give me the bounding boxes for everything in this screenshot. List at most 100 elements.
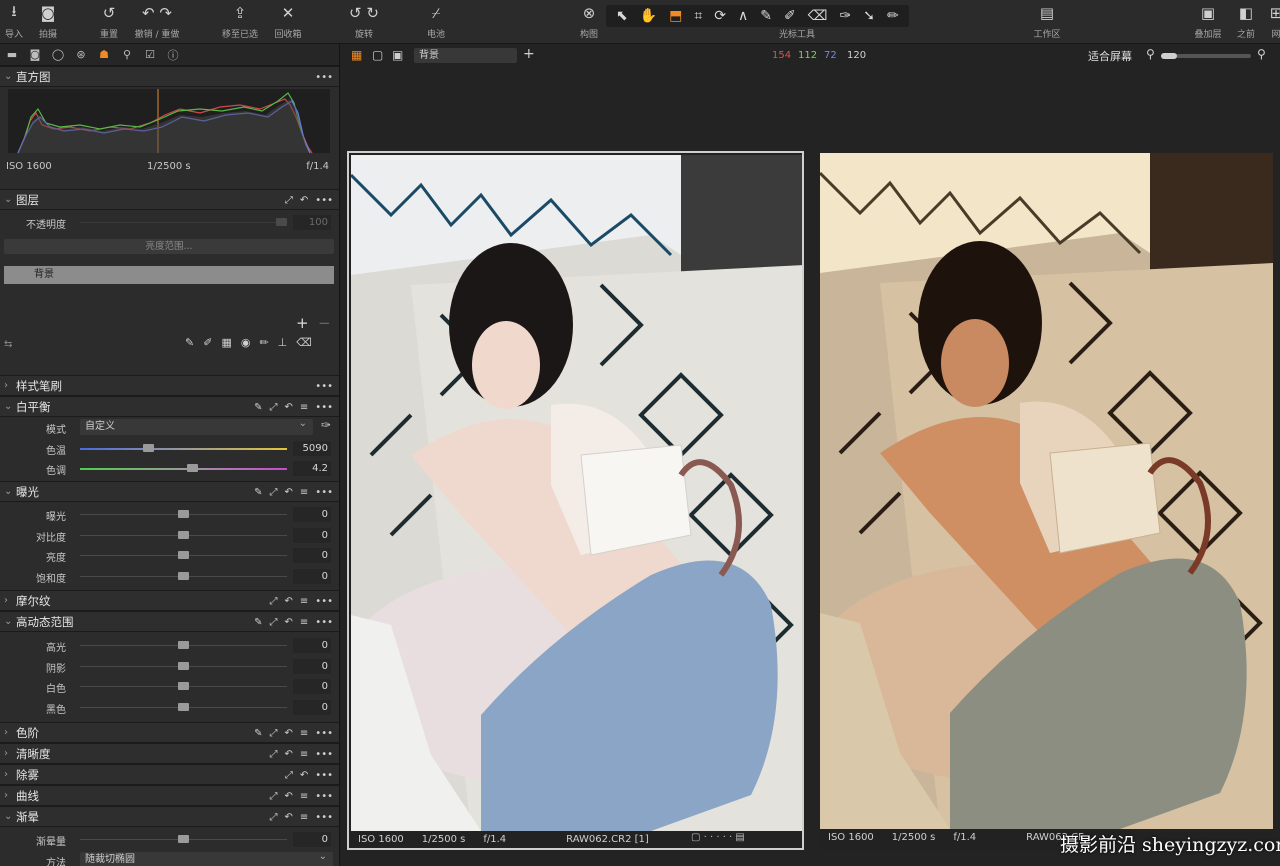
toolbar-battery-button[interactable]: ⌿ 电池 [406, 2, 466, 42]
vignette-method-select[interactable]: 随裁切椭圆 [80, 849, 333, 866]
collapse-icon[interactable]: ⌄ [4, 71, 14, 82]
reset-icon[interactable]: ↶ [285, 402, 293, 413]
reset-icon[interactable]: ↶ [300, 770, 308, 781]
slider-knob[interactable] [178, 682, 189, 690]
slider-value[interactable]: 0 [293, 699, 331, 715]
picker-icon[interactable]: ✎ [254, 402, 262, 413]
exposure-header[interactable]: ⌄ 曝光 ✎ ⤢ ↶ ≡ ••• [0, 481, 339, 502]
reset-icon[interactable]: ↶ [285, 617, 293, 628]
opacity-value[interactable]: 100 [293, 215, 331, 230]
expand-icon[interactable]: ⤢ [270, 812, 278, 823]
cursor-tool-icon[interactable]: ⬒ [669, 8, 682, 24]
slider-value[interactable]: 0 [293, 548, 331, 563]
slider-knob[interactable] [178, 530, 189, 539]
more-icon[interactable]: ••• [315, 376, 333, 397]
cursor-tool-icon[interactable]: ∧ [738, 8, 748, 24]
more-icon[interactable]: ••• [315, 596, 333, 607]
more-icon[interactable]: ••• [315, 195, 333, 206]
tool-tab-icon[interactable]: ⊛ [74, 48, 88, 61]
toolbar-rotate-button[interactable]: ↺ ↻ 旋转 [334, 2, 394, 42]
vignette-header[interactable]: ⌄ 渐晕 ⤢ ↶ ≡ ••• [0, 806, 339, 827]
kelvin-knob[interactable] [143, 443, 155, 452]
filmstrip-view-icon[interactable]: ▣ [392, 48, 403, 62]
slider-knob[interactable] [178, 702, 189, 711]
presets-icon[interactable]: ≡ [300, 487, 308, 498]
cursor-tool-icon[interactable]: ⬉ [616, 8, 628, 24]
wb-picker-icon[interactable]: ✑ [321, 418, 331, 432]
clarity-header[interactable]: › 清晰度 ⤢ ↶ ≡ ••• [0, 743, 339, 764]
tint-slider[interactable] [80, 468, 287, 470]
moire-header[interactable]: › 摩尔纹 ⤢ ↶ ≡ ••• [0, 590, 339, 611]
zoom-in-icon[interactable]: ⚲ [1257, 47, 1266, 61]
expand-section-icon[interactable]: › [4, 748, 14, 759]
erase-mask-icon[interactable]: ✏ [259, 336, 268, 349]
brush-icon[interactable]: ✎ [185, 336, 194, 349]
picker-icon[interactable]: ✎ [254, 728, 262, 739]
expand-section-icon[interactable]: › [4, 380, 14, 391]
layer-select[interactable]: 背景 [414, 48, 517, 63]
toolbar-undo-redo-button[interactable]: ↶ ↷ 撤销 / 重做 [127, 2, 187, 42]
toolbar-trash-button[interactable]: ✕ 回收箱 [258, 2, 318, 42]
kelvin-slider[interactable] [80, 447, 287, 450]
expand-icon[interactable]: ⤢ [270, 749, 278, 760]
curve-header[interactable]: › 曲线 ⤢ ↶ ≡ ••• [0, 785, 339, 806]
picker-icon[interactable]: ✎ [254, 617, 262, 628]
reset-icon[interactable]: ↶ [285, 791, 293, 802]
reset-icon[interactable]: ↶ [285, 812, 293, 823]
white-balance-header[interactable]: ⌄ 白平衡 ✎ ⤢ ↶ ≡ ••• [0, 396, 339, 417]
cursor-tool-icon[interactable]: ✑ [840, 8, 852, 24]
cursor-tool-icon[interactable]: ⟳ [714, 8, 726, 24]
zoom-knob[interactable] [1161, 53, 1177, 59]
tint-value[interactable]: 4.2 [293, 461, 331, 476]
crosshair-icon[interactable]: + [523, 46, 535, 62]
cursor-tool-icon[interactable]: ✏ [887, 8, 899, 24]
slider-value[interactable]: 0 [293, 568, 331, 584]
expand-icon[interactable]: ⤢ [270, 728, 278, 739]
more-icon[interactable]: ••• [315, 617, 333, 628]
more-icon[interactable]: ••• [315, 812, 333, 823]
photo-selected[interactable]: ISO 1600 1/2500 s f/1.4 RAW062.CR2 [1] ▢… [347, 151, 804, 850]
slider-knob[interactable] [178, 510, 189, 518]
slider-value[interactable]: 0 [293, 507, 331, 522]
more-icon[interactable]: ••• [315, 402, 333, 413]
slider-knob[interactable] [178, 551, 189, 559]
magic-brush-icon[interactable]: ✐ [203, 336, 212, 349]
radial-icon[interactable]: ◉ [241, 336, 251, 349]
single-view-icon[interactable]: ▢ [372, 48, 383, 62]
tool-tab-icon[interactable]: ▬ [5, 48, 19, 61]
vignette-amount-knob[interactable] [178, 835, 189, 843]
cursor-tool-icon[interactable]: ⌫ [808, 8, 828, 24]
kelvin-value[interactable]: 5090 [293, 440, 331, 456]
reset-icon[interactable]: ↶ [285, 596, 293, 607]
levels-header[interactable]: › 色阶 ✎ ⤢ ↶ ≡ ••• [0, 722, 339, 743]
presets-icon[interactable]: ≡ [300, 728, 308, 739]
slider-value[interactable]: 0 [293, 638, 331, 653]
grid-view-icon[interactable]: ▦ [351, 48, 362, 62]
tool-tab-icon[interactable]: ◯ [51, 48, 65, 61]
luma-range-button[interactable]: 亮度范围... [4, 239, 334, 254]
collapse-icon[interactable]: ⌄ [4, 194, 14, 205]
collapse-icon[interactable]: ⌄ [4, 811, 14, 822]
eraser-icon[interactable]: ⌫ [296, 336, 312, 349]
presets-icon[interactable]: ≡ [300, 596, 308, 607]
slider-value[interactable]: 0 [293, 527, 331, 543]
gradient-icon[interactable]: ▦ [221, 336, 231, 349]
wb-mode-select[interactable]: 自定义 [80, 416, 313, 435]
collapse-icon[interactable]: ⌄ [4, 486, 14, 497]
zoom-out-icon[interactable]: ⚲ [1146, 47, 1155, 61]
toolbar-workspace-button[interactable]: ▤ 工作区 [1017, 2, 1077, 42]
add-layer-icon[interactable]: + [296, 314, 309, 332]
remove-layer-icon[interactable]: − [318, 314, 331, 332]
tool-tab-icon[interactable]: ⚲ [120, 48, 134, 61]
cursor-tool-icon[interactable]: ✎ [760, 8, 772, 24]
slider-knob[interactable] [178, 641, 189, 649]
expand-icon[interactable]: ⤢ [285, 770, 293, 781]
tool-tab-icon[interactable]: ◙ [28, 48, 42, 61]
opacity-slider[interactable] [80, 222, 287, 223]
more-icon[interactable]: ••• [315, 728, 333, 739]
style-brush-header[interactable]: › 样式笔刷 ••• [0, 375, 339, 396]
expand-icon[interactable]: ⤢ [270, 791, 278, 802]
presets-icon[interactable]: ≡ [300, 617, 308, 628]
slider-value[interactable]: 0 [293, 658, 331, 674]
photo-compare[interactable]: ISO 1600 1/2500 s f/1.4 RAW062.CF [820, 153, 1273, 850]
